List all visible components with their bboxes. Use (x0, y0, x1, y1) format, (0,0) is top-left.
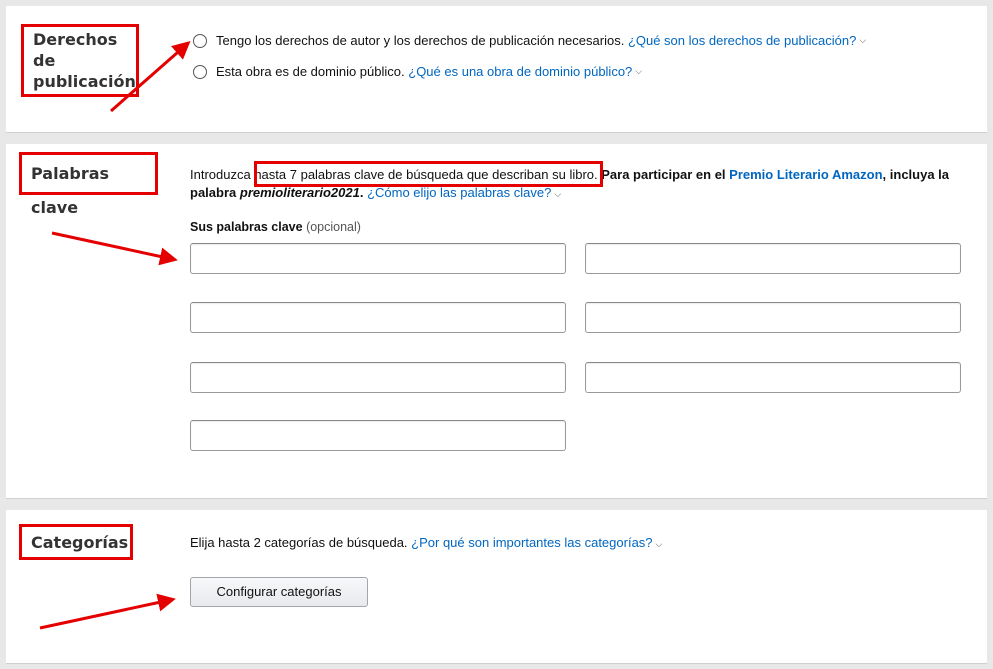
keyword-input-7[interactable] (190, 420, 566, 451)
chevron-down-icon: ⌵ (554, 189, 562, 199)
publishing-rights-section: Derechos de publicación Tengo los derech… (6, 6, 987, 133)
chevron-down-icon: ⌵ (859, 35, 867, 45)
rights-option-public-domain-text: Esta obra es de dominio público. (216, 64, 405, 79)
categories-help-link[interactable]: ¿Por qué son importantes las categorías? (411, 535, 652, 550)
radio-public-domain[interactable] (193, 64, 207, 79)
keyword-input-1[interactable] (190, 243, 566, 274)
publishing-rights-label: Derechos de publicación (21, 24, 139, 97)
categories-description: Elija hasta 2 categorías de búsqueda. ¿P… (190, 535, 662, 550)
keywords-field-label-text: Sus palabras clave (190, 220, 303, 234)
configure-categories-button[interactable]: Configurar categorías (190, 577, 368, 607)
keywords-field-label: Sus palabras clave (opcional) (190, 220, 361, 234)
rights-option-own[interactable]: Tengo los derechos de autor y los derech… (193, 33, 866, 48)
chevron-down-icon: ⌵ (635, 66, 643, 76)
award-keyword: premioliterario2021 (239, 185, 360, 200)
keywords-label: Palabras clave (19, 152, 158, 217)
public-domain-help-link[interactable]: ¿Qué es una obra de dominio público? (408, 64, 632, 79)
rights-option-own-text: Tengo los derechos de autor y los derech… (216, 33, 625, 48)
keyword-input-6[interactable] (585, 362, 961, 393)
chevron-down-icon: ⌵ (655, 539, 663, 549)
keywords-optional-note: (opcional) (306, 220, 361, 234)
rights-option-public-domain[interactable]: Esta obra es de dominio público. ¿Qué es… (193, 64, 642, 79)
keyword-input-5[interactable] (190, 362, 566, 393)
radio-own-rights[interactable] (193, 33, 207, 48)
keywords-section: Palabras clave Introduzca hasta 7 palabr… (6, 144, 987, 499)
categories-desc-text: Elija hasta 2 categorías de búsqueda. (190, 535, 408, 550)
keywords-desc-intro: Introduzca (190, 167, 251, 182)
keywords-desc-period: . (359, 185, 364, 200)
categories-section: Categorías Elija hasta 2 categorías de b… (6, 510, 987, 664)
keyword-input-3[interactable] (190, 302, 566, 333)
literary-award-link[interactable]: Premio Literario Amazon (729, 167, 882, 182)
keywords-desc-award-intro: Para participar en el (601, 167, 726, 182)
categories-label: Categorías (19, 524, 133, 560)
highlight-annotation-box (254, 161, 603, 187)
rights-help-link[interactable]: ¿Qué son los derechos de publicación? (628, 33, 856, 48)
keyword-input-2[interactable] (585, 243, 961, 274)
keywords-help-link[interactable]: ¿Cómo elijo las palabras clave? (367, 185, 551, 200)
keyword-input-4[interactable] (585, 302, 961, 333)
